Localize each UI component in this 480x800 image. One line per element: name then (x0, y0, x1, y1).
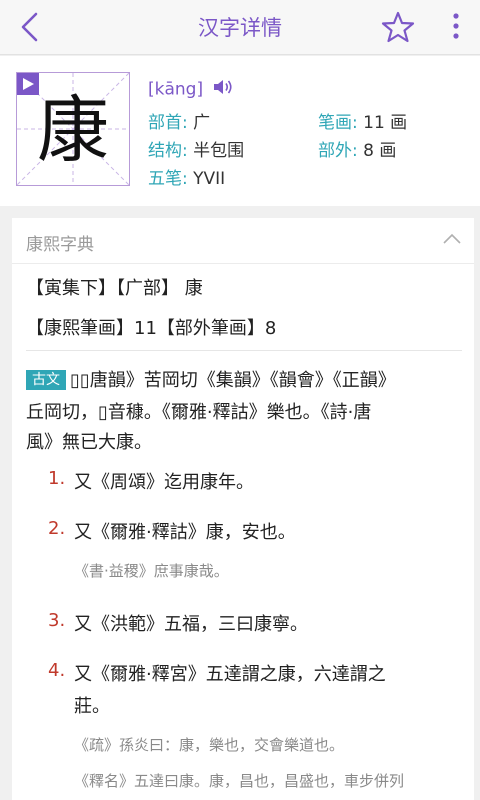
wubi-label: 五笔: (148, 169, 188, 189)
favorite-button[interactable] (380, 9, 416, 45)
kangxi-para-line-1: 古文 ▯▯唐韻》苦岡切《集韻》《韻會》《正韻》 (26, 366, 396, 392)
star-outline-icon (381, 11, 415, 43)
extra-strokes-value: 8 画 (363, 141, 397, 161)
kangxi-card-header[interactable]: 康熙字典 (12, 218, 474, 264)
item-quote: 《疏》孫炎曰：康，樂也，交會樂道也。 (74, 736, 345, 754)
item-number: 2. (48, 518, 66, 539)
radical-row: 部首: 广 (148, 108, 210, 133)
item-text: 又《爾雅·釋宮》五達謂之康，六達謂之 (74, 664, 386, 685)
ancient-text-badge: 古文 (26, 370, 66, 390)
extra-strokes-label: 部外: (318, 141, 358, 161)
chevron-up-icon[interactable] (442, 232, 462, 246)
item-number: 1. (48, 468, 66, 489)
kangxi-para-line-3: 風》無已大康。 (26, 432, 152, 453)
structure-value: 半包围 (193, 141, 245, 161)
kangxi-para-text-1: ▯▯唐韻》苦岡切《集韻》《韻會》《正韻》 (70, 370, 396, 391)
kangxi-para-line-2: 丘岡切，▯音穅。《爾雅·釋詁》樂也。《詩·唐 (26, 402, 372, 423)
radical-value: 广 (193, 113, 211, 133)
item-quote: 《書·益稷》庶事康哉。 (74, 562, 229, 580)
structure-row: 结构: 半包围 (148, 136, 244, 161)
kangxi-strokes-line: 【康熙筆画】11【部外筆画】8 (26, 318, 277, 339)
character-glyph: 康 (36, 88, 109, 172)
item-text: 又《爾雅·釋詁》康，安也。 (74, 522, 296, 543)
strokes-row: 笔画: 11 画 (318, 108, 407, 133)
item-text: 又《洪範》五福，三曰康寧。 (74, 614, 308, 635)
item-number: 4. (48, 660, 66, 681)
radical-label: 部首: (148, 113, 188, 133)
structure-label: 结构: (148, 141, 188, 161)
stroke-animation-button[interactable] (17, 73, 39, 95)
character-writing-box[interactable]: 康 (16, 72, 130, 186)
item-text: 又《周頌》迄用康年。 (74, 472, 254, 493)
kangxi-volume-line: 【寅集下】【广部】 康 (26, 278, 203, 299)
pinyin-text: [kāng] (148, 79, 204, 100)
extra-strokes-row: 部外: 8 画 (318, 136, 396, 161)
strokes-label: 笔画: (318, 113, 358, 133)
pinyin: [kāng] (148, 78, 235, 101)
strokes-value: 11 画 (363, 113, 408, 133)
speaker-icon (213, 80, 232, 94)
item-number: 3. (48, 610, 66, 631)
item-text-cont: 莊。 (74, 696, 110, 717)
wubi-value: YVII (193, 169, 226, 189)
character-info-panel: 康 [kāng] 部首: 广 笔画: 11 画 结构: 半包围 部外: 8 画 (0, 56, 480, 206)
kangxi-card-title: 康熙字典 (26, 235, 94, 255)
top-bar: 汉字详情 (0, 0, 480, 55)
kangxi-dictionary-card: 康熙字典 【寅集下】【广部】 康 【康熙筆画】11【部外筆画】8 古文 ▯▯唐韻》… (12, 218, 474, 800)
more-menu-button[interactable] (444, 10, 468, 44)
item-quote: 《釋名》五達曰康。康，昌也，昌盛也，車步併列 (74, 772, 405, 790)
more-vertical-icon (453, 13, 459, 39)
divider (26, 350, 462, 351)
pronounce-button[interactable] (213, 78, 235, 101)
play-icon (23, 78, 34, 90)
wubi-row: 五笔: YVII (148, 164, 225, 189)
